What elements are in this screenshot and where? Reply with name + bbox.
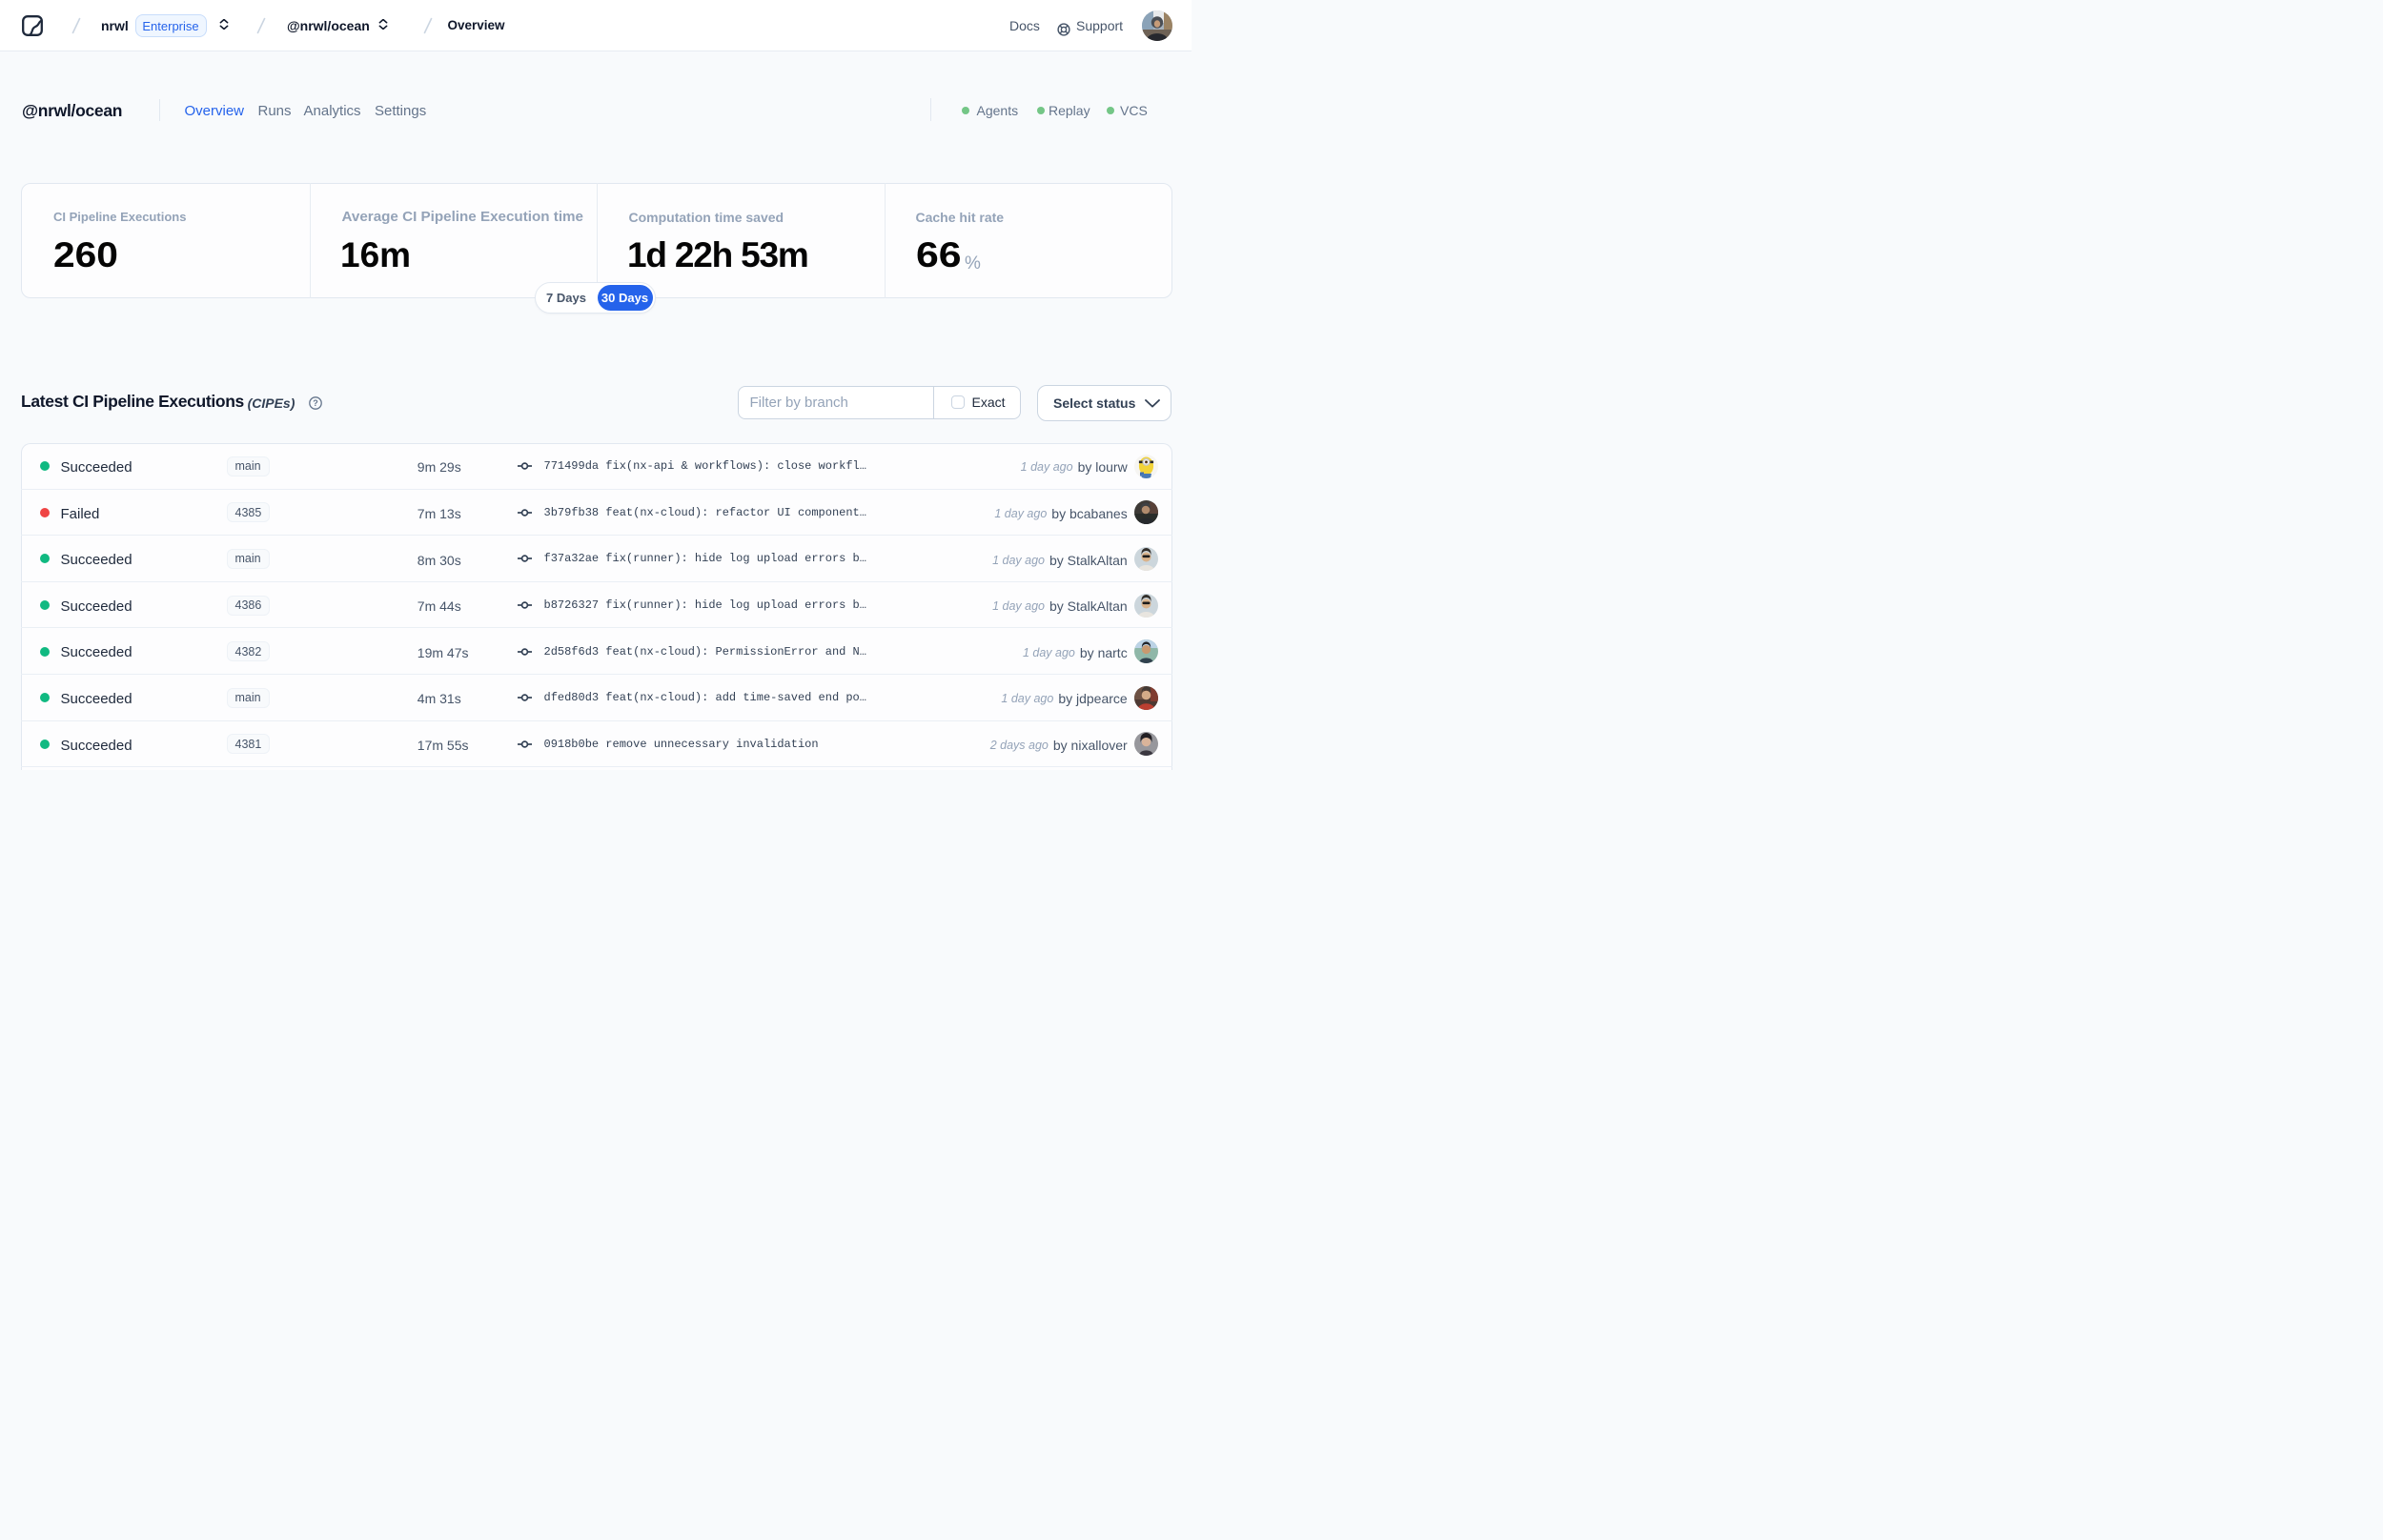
- svg-text:?: ?: [313, 398, 318, 408]
